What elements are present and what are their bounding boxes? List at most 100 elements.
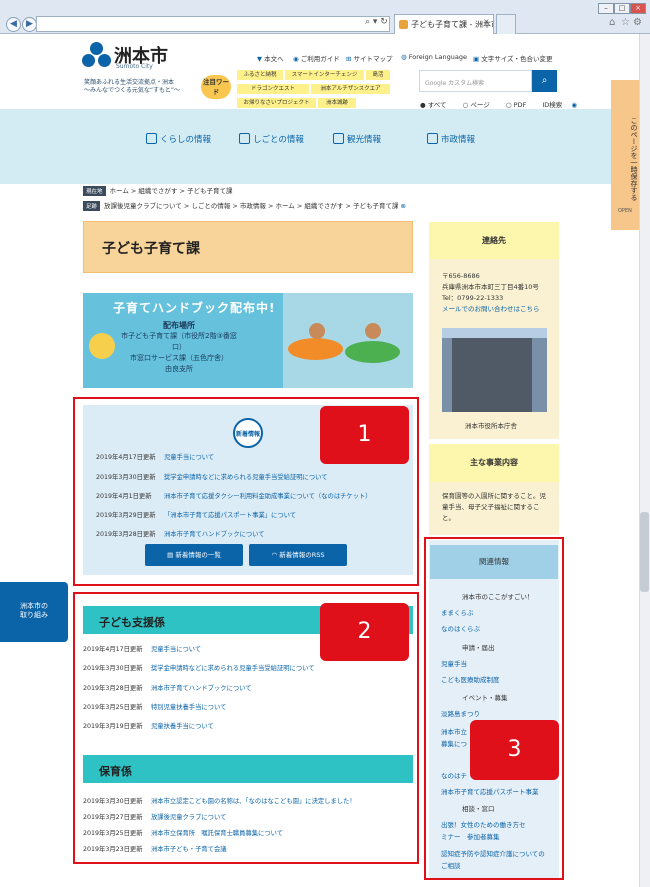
top-link-sitemap[interactable]: ⊞ サイトマップ xyxy=(346,53,393,63)
stub-line: 取り組み xyxy=(20,611,48,619)
duties-text: 保育園等の入園所に関すること。児童手当、母子父子福祉に関すること。 xyxy=(429,482,559,535)
search-icon[interactable]: ⌕ xyxy=(532,70,557,92)
search-refresh-icon[interactable]: ⌕ ▾ ↻ xyxy=(365,17,388,27)
browser-tab[interactable]: 子ども子育て課 - 洲本市... xyxy=(394,14,494,34)
nav-label: しごとの情報 xyxy=(253,135,304,145)
top-link-honbun[interactable]: ▼ 本文へ xyxy=(257,53,284,63)
clear-history-icon[interactable]: ⊗ xyxy=(401,202,406,210)
banner-line: 市子ども子育て課（市役所2階③番窓口） xyxy=(121,332,237,351)
duties-heading: 主な事業内容 xyxy=(429,444,559,482)
keyword-badge: 注目ワード xyxy=(201,75,231,99)
history-label: 足跡 xyxy=(83,201,101,211)
help-icon: ◉ xyxy=(571,101,578,109)
breadcrumb-path[interactable]: ホーム > 組織でさがす > 子ども子育て課 xyxy=(110,187,233,195)
building-icon xyxy=(239,133,250,144)
keyword-chip[interactable]: お帰りなさいプロジェクト xyxy=(237,98,316,108)
top-link-label: サイトマップ xyxy=(353,55,393,63)
keyword-chip[interactable]: ドラゴンクエスト xyxy=(237,84,309,94)
annotation-frame-3 xyxy=(424,537,564,880)
radio-label: ページ xyxy=(470,101,490,109)
radio-pdf[interactable]: ○ PDF xyxy=(506,101,533,109)
sunflower-icon xyxy=(89,333,115,359)
city-hall-icon xyxy=(427,133,438,144)
annotation-label-1: 1 xyxy=(320,406,409,464)
nav-shisei[interactable]: 市政情報 xyxy=(427,133,475,145)
home-icon[interactable]: ⌂ xyxy=(609,17,615,28)
page-scrollbar[interactable] xyxy=(639,34,650,887)
kid-face-icon xyxy=(309,323,325,339)
history-trail[interactable]: 足跡 放課後児童クラブについて > しごとの情報 > 市政情報 > ホーム > 組… xyxy=(83,200,406,211)
sky-shape xyxy=(442,328,547,338)
maximize-icon[interactable]: □ xyxy=(614,3,630,14)
top-link-guide[interactable]: ◉ ご利用ガイド xyxy=(293,53,340,63)
keyword-chip[interactable]: スマートインターチェンジ xyxy=(285,70,364,80)
radio-id[interactable]: ID検索 ◉ xyxy=(542,101,577,109)
contact-tel: Tel：0799-22-1333 xyxy=(442,294,504,302)
new-tab-button[interactable] xyxy=(496,14,516,34)
history-path[interactable]: 放課後児童クラブについて > しごとの情報 > 市政情報 > ホーム > 組織で… xyxy=(104,202,398,210)
main-nav-band xyxy=(0,109,650,184)
banner-line: 配布場所 xyxy=(163,321,195,330)
stub-line: 洲本市の xyxy=(20,602,48,610)
close-window-icon[interactable]: × xyxy=(630,3,646,14)
radio-page[interactable]: ○ ページ xyxy=(463,101,497,109)
banner-title: 子育てハンドブック配布中! xyxy=(113,301,276,315)
back-icon[interactable]: ◀ xyxy=(6,17,21,32)
breadcrumb-label: 現在地 xyxy=(83,186,106,196)
close-tab-icon[interactable]: × xyxy=(483,17,490,26)
top-link-textsize[interactable]: ▣ 文字サイズ・色合い変更 xyxy=(473,53,553,63)
site-tagline: 笑顔あふれる生活交流拠点・洲本 ～みんなでつくる元気な“すもと”～ xyxy=(84,79,180,95)
contact-address: 兵庫県洲本市本町三丁目4番10号 xyxy=(442,283,539,291)
kid-float-icon xyxy=(288,338,343,360)
favorites-star-icon[interactable]: ☆ xyxy=(621,17,630,28)
nav-kanko[interactable]: 観光情報 xyxy=(333,133,381,145)
nav-kurashi[interactable]: くらしの情報 xyxy=(146,133,211,145)
search-input[interactable]: Google カスタム検索 xyxy=(419,70,532,92)
top-link-label: 本文へ xyxy=(264,55,284,63)
banner-text: 配布場所 市子ども子育て課（市役所2階③番窓口） 市窓口サービス課（五色庁舎） … xyxy=(119,320,239,375)
handbook-banner[interactable]: 子育てハンドブック配布中! 配布場所 市子ども子育て課（市役所2階③番窓口） 市… xyxy=(83,293,413,388)
nav-label: 観光情報 xyxy=(347,135,382,145)
scrollbar-thumb[interactable] xyxy=(640,512,649,592)
radio-label: すべて xyxy=(427,101,447,109)
sitemap-icon: ⊞ xyxy=(346,55,352,63)
top-link-foreign[interactable]: ◍ Foreign Language xyxy=(401,53,467,61)
keyword-chip[interactable]: ふるさと納税 xyxy=(237,70,283,80)
forward-icon[interactable]: ▶ xyxy=(22,17,37,32)
breadcrumb[interactable]: 現在地 ホーム > 組織でさがす > 子ども子育て課 xyxy=(83,185,232,196)
mail-link[interactable]: メールでのお問い合わせはこちら xyxy=(442,304,559,315)
tagline-line2: ～みんなでつくる元気な“すもと”～ xyxy=(84,87,180,94)
contact-postal: 〒656-8686 xyxy=(442,272,480,280)
arrow-down-icon: ▼ xyxy=(257,55,262,63)
minimize-icon[interactable]: – xyxy=(598,3,614,14)
annotation-label-3: 3 xyxy=(470,720,559,780)
settings-gear-icon[interactable]: ⚙ xyxy=(633,17,642,28)
nav-shigoto[interactable]: しごとの情報 xyxy=(239,133,304,145)
top-link-label: ご利用ガイド xyxy=(300,55,340,63)
keyword-chip[interactable]: 洲本城跡 xyxy=(318,98,356,108)
city-hall-photo xyxy=(442,328,547,412)
rail-label: このページを一時保存する xyxy=(630,117,638,201)
house-icon xyxy=(146,133,157,144)
city-initiatives-tab[interactable]: 洲本市の 取り組み xyxy=(0,582,68,642)
page-title-box: 子ども子育て課 xyxy=(83,221,413,273)
textsize-icon: ▣ xyxy=(473,55,480,63)
photo-caption: 洲本市役所本庁舎 xyxy=(465,422,517,430)
address-bar[interactable] xyxy=(36,16,390,32)
top-link-label: Foreign Language xyxy=(408,53,467,61)
keyword-chip[interactable]: 島活 xyxy=(366,70,390,80)
nav-label: 市政情報 xyxy=(441,135,476,145)
globe-icon: ◍ xyxy=(401,53,407,61)
search-scope-options: ● すべて ○ ページ ○ PDF ID検索 ◉ xyxy=(420,99,584,109)
site-logo-subtitle: Sumoto City xyxy=(116,63,153,70)
radio-all[interactable]: ● すべて xyxy=(420,101,454,109)
radio-label: PDF xyxy=(513,101,527,109)
page-title: 子ども子育て課 xyxy=(102,241,200,257)
person-icon xyxy=(333,133,344,144)
tab-title: 子ども子育て課 - 洲本市... xyxy=(411,20,493,29)
city-logo-icon[interactable] xyxy=(82,42,112,72)
guide-icon: ◉ xyxy=(293,55,299,63)
annotation-label-2: 2 xyxy=(320,603,409,661)
keyword-chip[interactable]: 洲本アルチザンスクエア xyxy=(311,84,390,94)
top-link-label: 文字サイズ・色合い変更 xyxy=(481,55,553,63)
